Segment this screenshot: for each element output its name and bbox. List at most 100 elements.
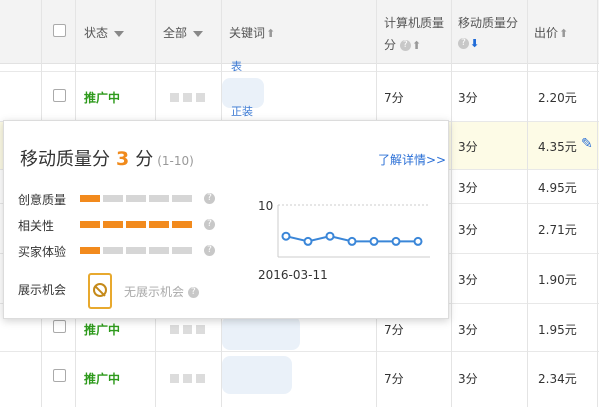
status-text: 推广中 (84, 91, 121, 105)
help-icon[interactable]: ? (204, 245, 215, 256)
table-row: 表 (0, 60, 599, 73)
popover-title-text: 移动质量分 (20, 149, 110, 170)
keyword-header-label: 关键词 (229, 26, 266, 40)
mobile-quality-header-label[interactable]: 移动质量分 (458, 14, 518, 31)
no-exposure-text: 无展示机会 ? (124, 283, 199, 300)
help-icon[interactable]: ? (458, 38, 469, 49)
keyword-fragment[interactable]: 正装 (231, 103, 253, 119)
metric-segment (149, 247, 169, 254)
pc-quality-header[interactable]: 分 ? ⬆ (384, 36, 421, 53)
y-tick-label: 10 (258, 199, 273, 213)
keyword-table-page: 状态 全部 关键词⬆ 计算机质量 分 ? ⬆ 移动质量分 ? ⬇ 出价⬆ 表 推… (0, 0, 599, 407)
bid-value[interactable]: 2.20元 (538, 89, 577, 106)
table-row: 推广中 正装 7分 3分 2.20元 (0, 72, 599, 122)
bid-value[interactable]: 1.95元 (538, 321, 577, 338)
data-point (413, 236, 423, 246)
sort-down-icon[interactable]: ⬇ (470, 37, 479, 50)
bid-value[interactable]: 2.34元 (538, 370, 577, 387)
blurred-placeholder (170, 372, 209, 386)
pc-quality-value: 7分 (384, 91, 404, 105)
metric-segment (103, 247, 123, 254)
metric-segment (80, 247, 100, 254)
blurred-keyword (222, 356, 292, 394)
bid-value[interactable]: 1.90元 (538, 271, 577, 288)
mobile-quality-value[interactable]: 3分 (458, 89, 478, 106)
mobile-quality-value[interactable]: 3分 (458, 138, 478, 155)
buyer-experience-bar (80, 247, 192, 254)
x-axis-date-label: 2016-03-11 (258, 268, 328, 282)
status-text: 推广中 (84, 372, 121, 386)
bid-header-label: 出价 (534, 26, 559, 40)
status-header-label: 状态 (84, 26, 109, 40)
status-text: 推广中 (84, 323, 121, 337)
mobile-quality-popover: 移动质量分 3 分 (1-10) 了解详情>> 创意质量 ? 相关性 ? 买家体验 ?… (3, 120, 449, 319)
metric-label: 买家体验 (18, 245, 67, 259)
table-row: 推广中 7分 3分 2.34元 (0, 352, 599, 407)
no-exposure-label: 无展示机会 (124, 285, 185, 299)
quality-score: 3 (116, 148, 130, 170)
metric-segment (126, 221, 146, 228)
all-filter[interactable]: 全部 (163, 24, 204, 41)
mobile-quality-value[interactable]: 3分 (458, 370, 478, 387)
bid-value[interactable]: 2.71元 (538, 221, 577, 238)
sort-up-icon: ⬆ (559, 27, 569, 40)
metric-segment (80, 195, 100, 202)
status-filter[interactable]: 状态 (84, 24, 125, 41)
metric-segment (149, 195, 169, 202)
mobile-quality-value[interactable]: 3分 (458, 271, 478, 288)
column-divider (527, 0, 528, 407)
metric-segment (172, 221, 192, 228)
column-divider (597, 0, 598, 407)
help-icon[interactable]: ? (204, 219, 215, 230)
pc-quality-header-line1: 计算机质量 (384, 16, 445, 30)
help-icon[interactable]: ? (399, 40, 411, 51)
chevron-down-icon (114, 30, 125, 37)
metric-segment (103, 195, 123, 202)
bid-header[interactable]: 出价⬆ (534, 24, 568, 41)
pc-quality-value: 7分 (384, 372, 404, 386)
edit-icon[interactable]: ✎ (581, 136, 593, 152)
mobile-quality-header-icons: ? ⬇ (458, 36, 479, 50)
data-point (325, 231, 335, 241)
data-point (391, 236, 401, 246)
row-checkbox[interactable] (53, 369, 66, 382)
mobile-quality-value[interactable]: 3分 (458, 321, 478, 338)
pc-quality-header-label: 分 (384, 38, 397, 52)
metric-label: 创意质量 (18, 193, 67, 207)
metric-label: 相关性 (18, 219, 55, 233)
mobile-quality-value[interactable]: 3分 (458, 221, 478, 238)
score-unit: 分 (135, 149, 154, 170)
chevron-down-icon (193, 30, 204, 37)
data-point (303, 236, 313, 246)
help-icon[interactable]: ? (187, 287, 199, 298)
data-point (281, 231, 291, 241)
creative-quality-bar (80, 195, 192, 202)
table-header: 状态 全部 关键词⬆ 计算机质量 分 ? ⬆ 移动质量分 ? ⬇ 出价⬆ (0, 0, 599, 64)
learn-more-link[interactable]: 了解详情>> (378, 151, 446, 168)
metric-segment (80, 221, 100, 228)
quality-trend-chart: 10 2016-03-11 (258, 199, 430, 282)
all-header-label: 全部 (163, 26, 188, 40)
metric-segment (103, 221, 123, 228)
row-checkbox[interactable] (53, 320, 66, 333)
pc-quality-value: 7分 (384, 323, 404, 337)
metric-segment (126, 195, 146, 202)
data-point (369, 236, 379, 246)
help-icon[interactable]: ? (204, 193, 215, 204)
phone-blocked-icon (88, 273, 112, 309)
blurred-placeholder (170, 323, 209, 337)
bid-value[interactable]: 4.95元 (538, 179, 577, 196)
score-range: (1-10) (157, 154, 194, 168)
blurred-keyword (222, 316, 300, 350)
metric-segment (126, 247, 146, 254)
keyword-header[interactable]: 关键词⬆ (229, 24, 275, 41)
mobile-quality-value[interactable]: 3分 (458, 179, 478, 196)
bid-value[interactable]: 4.35元 (538, 138, 577, 155)
row-checkbox[interactable] (53, 89, 66, 102)
select-all-checkbox[interactable] (53, 24, 66, 37)
popover-title: 移动质量分 3 分 (1-10) (20, 145, 194, 171)
exposure-label: 展示机会 (18, 283, 67, 297)
data-point (347, 236, 357, 246)
metric-segment (149, 221, 169, 228)
metric-segment (172, 247, 192, 254)
